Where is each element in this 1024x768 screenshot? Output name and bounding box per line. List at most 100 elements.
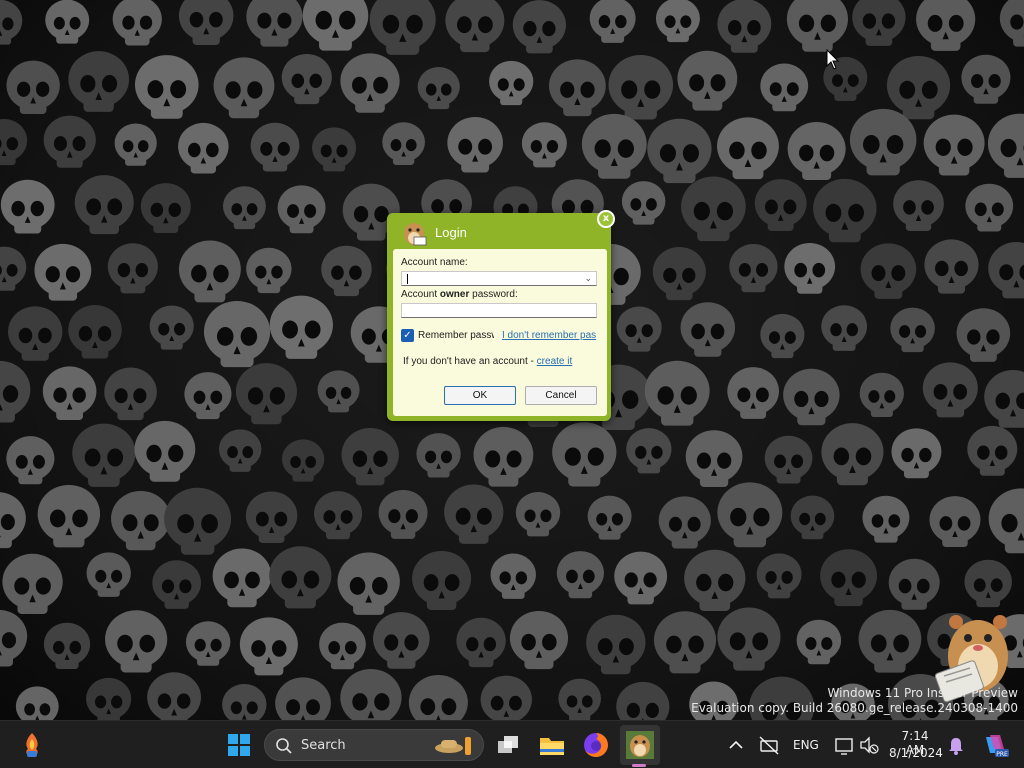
task-view-icon[interactable]: [492, 729, 524, 761]
login-dialog: Login x Account name: ⌄ Account owner pa…: [387, 210, 615, 421]
network-disconnected-icon[interactable]: [755, 729, 787, 761]
create-account-link[interactable]: create it: [537, 356, 573, 367]
copilot-icon[interactable]: PRE: [978, 729, 1010, 761]
skull-shape: [212, 548, 272, 608]
dialog-title-bar[interactable]: Login x: [387, 210, 615, 249]
skull-shape: [988, 488, 1024, 554]
skull-shape: [956, 308, 1011, 362]
skull-shape: [616, 306, 662, 352]
firefox-icon[interactable]: [580, 729, 612, 761]
chevron-down-icon[interactable]: ⌄: [584, 273, 592, 284]
active-app-indicator: [632, 764, 646, 767]
hamster-app-icon[interactable]: [624, 729, 656, 761]
skull-shape: [556, 551, 604, 599]
skull-shape: [445, 0, 505, 53]
cancel-button[interactable]: Cancel: [525, 386, 597, 405]
clock-date[interactable]: 8/1/2024: [889, 746, 943, 760]
skull-shape: [235, 363, 297, 425]
start-icon[interactable]: [223, 729, 255, 761]
skull-shape: [626, 428, 672, 474]
skull-shape: [820, 549, 878, 607]
skull-shape: [821, 305, 867, 351]
skull-shape: [862, 495, 910, 543]
windows-watermark: Windows 11 Pro Insider Preview Evaluatio…: [691, 686, 1018, 716]
skull-shape: [6, 436, 55, 485]
skull-shape: [0, 179, 55, 234]
skull-shape: [923, 114, 985, 176]
skull-shape: [717, 482, 783, 548]
search-label: Search: [301, 738, 346, 753]
skull-shape: [852, 0, 906, 46]
skull-shape: [515, 492, 561, 537]
ok-button[interactable]: OK: [444, 386, 516, 405]
mouse-cursor-icon: [826, 49, 840, 70]
skull-shape: [184, 372, 232, 420]
skull-shape: [784, 242, 836, 294]
skull-shape: [104, 367, 157, 421]
skull-shape: [647, 118, 712, 184]
skull-shape: [0, 118, 28, 166]
skull-shape: [319, 622, 366, 670]
skull-shape: [2, 553, 63, 615]
skull-shape: [886, 55, 951, 120]
dialog-title: Login: [435, 225, 467, 240]
skull-shape: [417, 66, 460, 110]
account-name-label: Account name:: [401, 257, 468, 268]
skull-shape: [727, 367, 779, 419]
skull-shape: [239, 617, 298, 676]
remember-password-label[interactable]: Remember passw: [418, 330, 494, 341]
skull-shape: [34, 243, 92, 301]
skull-shape: [916, 0, 976, 51]
password-label-suffix: password:: [469, 289, 518, 300]
watermark-build: Evaluation copy. Build 26080.ge_release.…: [691, 701, 1018, 715]
skull-shape: [312, 127, 357, 172]
skull-shape: [480, 675, 532, 720]
skull-shape: [858, 609, 922, 673]
skull-shape: [369, 0, 436, 55]
skull-shape: [416, 433, 461, 478]
dialog-body: Account name: ⌄ Account owner password: …: [393, 249, 607, 416]
password-label-prefix: Account: [401, 289, 440, 300]
search-highlight-icon: [435, 737, 471, 755]
forgot-password-link[interactable]: I don't remember pas: [502, 330, 599, 341]
skull-shape: [178, 0, 234, 45]
skull-shape: [313, 491, 363, 540]
skull-shape: [281, 53, 332, 105]
skull-shape: [681, 176, 746, 242]
no-account-text: If you don't have an account - create it: [403, 356, 572, 367]
skull-shape: [473, 426, 534, 487]
skull-shape: [922, 362, 978, 418]
search-box[interactable]: Search: [264, 729, 484, 761]
skull-shape: [222, 683, 267, 720]
remember-password-checkbox[interactable]: ✓: [401, 329, 414, 342]
notification-bell-icon[interactable]: [944, 729, 976, 761]
widgets-icon[interactable]: [16, 729, 48, 761]
password-input[interactable]: [401, 303, 597, 318]
skull-shape: [222, 186, 266, 230]
language-indicator[interactable]: ENG: [793, 738, 819, 752]
skull-shape: [653, 611, 717, 674]
skull-shape: [43, 115, 96, 168]
text-caret: [407, 274, 408, 284]
skull-shape: [340, 669, 402, 720]
skull-shape: [890, 307, 935, 353]
skull-shape: [658, 496, 711, 549]
skull-shape: [581, 113, 647, 179]
skull-shape: [178, 122, 229, 174]
chevron-up-icon[interactable]: [722, 729, 754, 761]
skull-shape: [456, 617, 506, 668]
skull-shape: [489, 60, 534, 106]
close-button[interactable]: x: [597, 210, 615, 228]
skull-shape: [552, 422, 617, 487]
taskbar: Search ENG 7:14 AM 8/1/2024 PRE: [0, 720, 1024, 768]
file-explorer-icon[interactable]: [536, 729, 568, 761]
skull-shape: [621, 181, 666, 225]
skull-shape: [408, 675, 468, 720]
skull-shape: [984, 370, 1024, 428]
account-name-combobox[interactable]: ⌄: [401, 271, 597, 286]
skull-shape: [644, 360, 710, 426]
skull-shape: [521, 122, 567, 168]
skull-shape: [680, 302, 736, 357]
volume-muted-icon[interactable]: [855, 729, 887, 761]
skull-shape: [760, 313, 805, 359]
